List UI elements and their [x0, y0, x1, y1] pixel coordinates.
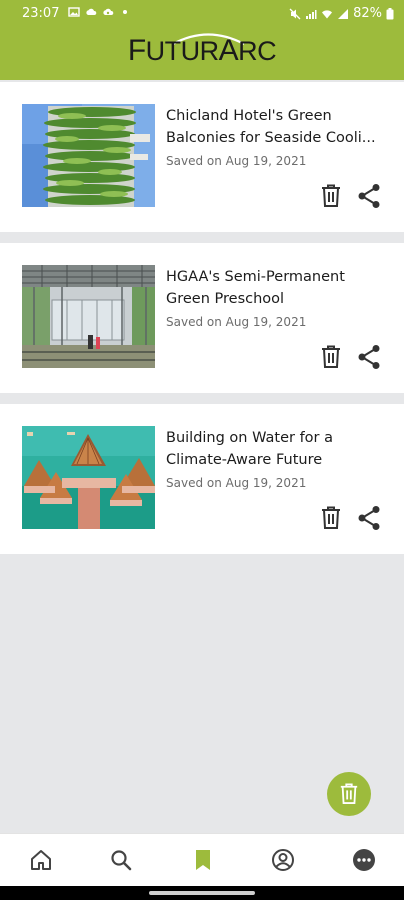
share-icon — [358, 506, 380, 530]
notification-icons — [68, 6, 131, 18]
profile-icon — [272, 849, 294, 871]
bottom-navigation — [0, 833, 404, 886]
battery-icon — [386, 7, 394, 19]
system-icons: 82% — [289, 6, 394, 21]
saved-article-card[interactable]: Building on Water for a Climate-Aware Fu… — [0, 404, 404, 554]
delete-button[interactable] — [320, 506, 342, 530]
article-thumbnail[interactable] — [22, 426, 155, 529]
status-time: 23:07 — [22, 6, 60, 21]
wifi-icon — [322, 9, 333, 18]
status-bar: 23:07 82% — [0, 0, 404, 28]
home-gesture-handle[interactable] — [149, 891, 255, 895]
share-button[interactable] — [357, 344, 381, 370]
article-thumbnail[interactable] — [22, 104, 155, 207]
article-title[interactable]: Chicland Hotel's Green Balconies for Sea… — [166, 105, 386, 149]
trash-icon — [322, 184, 340, 207]
dot-icon — [123, 10, 127, 14]
signal-icon — [306, 9, 317, 19]
delete-all-fab[interactable] — [327, 772, 371, 816]
share-button[interactable] — [357, 505, 381, 531]
delete-button[interactable] — [320, 345, 342, 369]
saved-article-card[interactable]: Chicland Hotel's Green Balconies for Sea… — [0, 82, 404, 232]
nav-home[interactable] — [28, 847, 54, 873]
trash-icon — [340, 783, 358, 804]
bookmark-icon — [196, 850, 210, 870]
nav-profile[interactable] — [270, 847, 296, 873]
nav-more[interactable] — [351, 847, 377, 873]
signal-icon — [338, 8, 349, 19]
search-icon — [111, 850, 132, 871]
app-header: 23:07 82% FUTURARC — [0, 0, 404, 80]
share-icon — [358, 184, 380, 208]
article-thumbnail[interactable] — [22, 265, 155, 368]
more-icon — [353, 849, 375, 871]
trash-icon — [322, 345, 340, 368]
cloud-icon — [86, 8, 97, 15]
nav-bookmarks[interactable] — [190, 847, 216, 873]
saved-date: Saved on Aug 19, 2021 — [166, 476, 307, 490]
article-title[interactable]: Building on Water for a Climate-Aware Fu… — [166, 427, 386, 471]
cloud-sync-icon — [103, 8, 114, 15]
saved-date: Saved on Aug 19, 2021 — [166, 154, 307, 168]
futurarc-logo: FUTURARC — [127, 34, 277, 67]
battery-percent: 82% — [353, 6, 382, 21]
article-title[interactable]: HGAA's Semi-Permanent Green Preschool — [166, 266, 386, 310]
mute-icon — [289, 8, 301, 19]
trash-icon — [322, 506, 340, 529]
home-icon — [31, 850, 51, 870]
saved-article-card[interactable]: HGAA's Semi-Permanent Green Preschool Sa… — [0, 243, 404, 393]
delete-button[interactable] — [320, 184, 342, 208]
nav-search[interactable] — [108, 847, 134, 873]
gallery-icon — [68, 7, 80, 17]
share-icon — [358, 345, 380, 369]
saved-date: Saved on Aug 19, 2021 — [166, 315, 307, 329]
share-button[interactable] — [357, 183, 381, 209]
